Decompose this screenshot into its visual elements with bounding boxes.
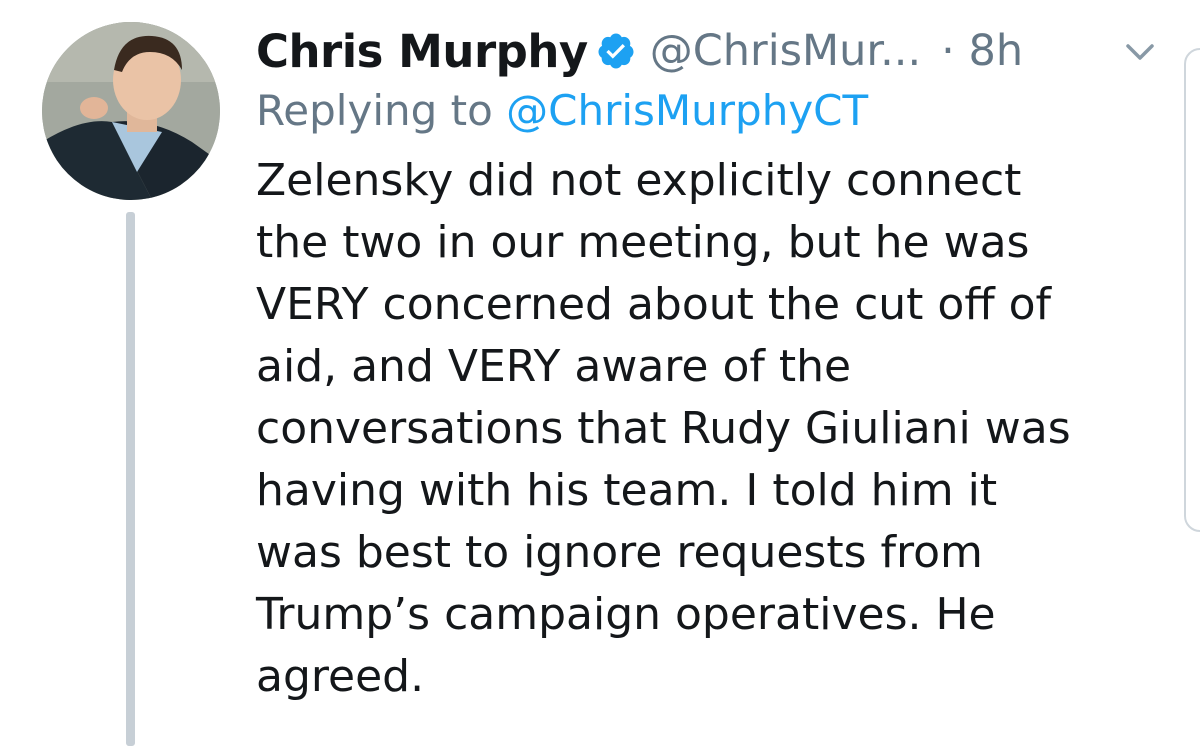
replying-to: Replying to @ChrisMurphyCT — [256, 86, 868, 135]
author-handle[interactable]: @ChrisMur... — [650, 26, 921, 76]
replying-to-label: Replying to — [256, 86, 493, 135]
tweet-card[interactable]: Chris Murphy @ChrisMur... · 8h Replying … — [0, 0, 1200, 746]
chevron-down-icon[interactable] — [1120, 32, 1160, 72]
profile-photo — [42, 22, 220, 200]
tweet-text-line: VERY concerned about the cut off of — [256, 279, 1052, 330]
tweet-text: Zelensky did not explicitly connect the … — [256, 150, 1166, 708]
thread-connector-line — [126, 212, 135, 746]
tweet-text-line: was best to ignore requests from — [256, 527, 983, 578]
tweet-text-line: having with his team. I told him it — [256, 465, 998, 516]
tweet-text-line: agreed. — [256, 651, 425, 702]
verified-badge-icon — [596, 31, 636, 71]
avatar[interactable] — [42, 22, 220, 200]
tweet-text-line: Zelensky did not explicitly connect — [256, 155, 1022, 206]
reply-handle-link[interactable]: @ChrisMurphyCT — [506, 86, 868, 135]
tweet-header: Chris Murphy @ChrisMur... · 8h — [256, 18, 1023, 84]
tweet-text-line: conversations that Rudy Giuliani was — [256, 403, 1071, 454]
author-name[interactable]: Chris Murphy — [256, 25, 588, 78]
scrollbar[interactable] — [1184, 48, 1200, 532]
tweet-text-line: Trump’s campaign operatives. He — [256, 589, 996, 640]
timestamp[interactable]: · 8h — [941, 26, 1023, 76]
tweet-text-line: aid, and VERY aware of the — [256, 341, 852, 392]
tweet-text-line: the two in our meeting, but he was — [256, 217, 1030, 268]
